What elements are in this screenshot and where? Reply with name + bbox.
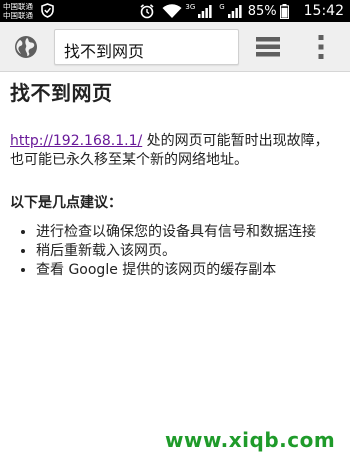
- browser-toolbar: 找不到网页: [0, 22, 350, 72]
- status-icons: 3G G 85% 15:42: [139, 0, 344, 22]
- suggestions-heading: 以下是几点建议：: [10, 195, 122, 211]
- carrier-1-label: 中国联通: [3, 2, 33, 11]
- overflow-menu-icon[interactable]: [316, 35, 326, 59]
- url-link[interactable]: http://192.168.1.1/: [10, 133, 142, 149]
- carrier-2-label: 中国联通: [3, 11, 33, 20]
- sim-1-network-label: 3G: [185, 2, 196, 11]
- carrier-labels: 中国联通 中国联通: [3, 2, 33, 20]
- page-content: 找不到网页 http://192.168.1.1/ 处的网页可能暂时出现故障，也…: [10, 74, 342, 280]
- error-message: http://192.168.1.1/ 处的网页可能暂时出现故障，也可能已永久移…: [10, 132, 342, 170]
- clock: 15:42: [303, 3, 344, 19]
- address-bar[interactable]: 找不到网页: [54, 29, 239, 65]
- globe-icon[interactable]: [14, 35, 38, 59]
- sim-2-network-label: G: [219, 2, 225, 11]
- address-bar-text: 找不到网页: [64, 42, 145, 61]
- suggestion-item: 查看 Google 提供的该网页的缓存副本: [36, 261, 342, 280]
- wifi-icon: [162, 3, 182, 18]
- status-bar: 中国联通 中国联通 3G G 85% 15:42: [0, 0, 350, 22]
- alarm-icon: [140, 4, 154, 19]
- page-title: 找不到网页: [10, 81, 113, 105]
- shield-icon: [41, 3, 54, 18]
- suggestions-list: 进行检查以确保您的设备具有信号和数据连接 稍后重新载入该网页。 查看 Googl…: [10, 223, 342, 280]
- battery-percentage: 85%: [247, 3, 277, 19]
- suggestion-item: 进行检查以确保您的设备具有信号和数据连接: [36, 223, 342, 242]
- suggestion-item: 稍后重新载入该网页。: [36, 242, 342, 261]
- signal-2-icon: [227, 4, 242, 18]
- watermark: www.xiqb.com: [165, 428, 336, 452]
- tabs-icon[interactable]: [256, 37, 280, 57]
- signal-1-icon: [198, 4, 212, 18]
- battery-icon: [279, 3, 289, 19]
